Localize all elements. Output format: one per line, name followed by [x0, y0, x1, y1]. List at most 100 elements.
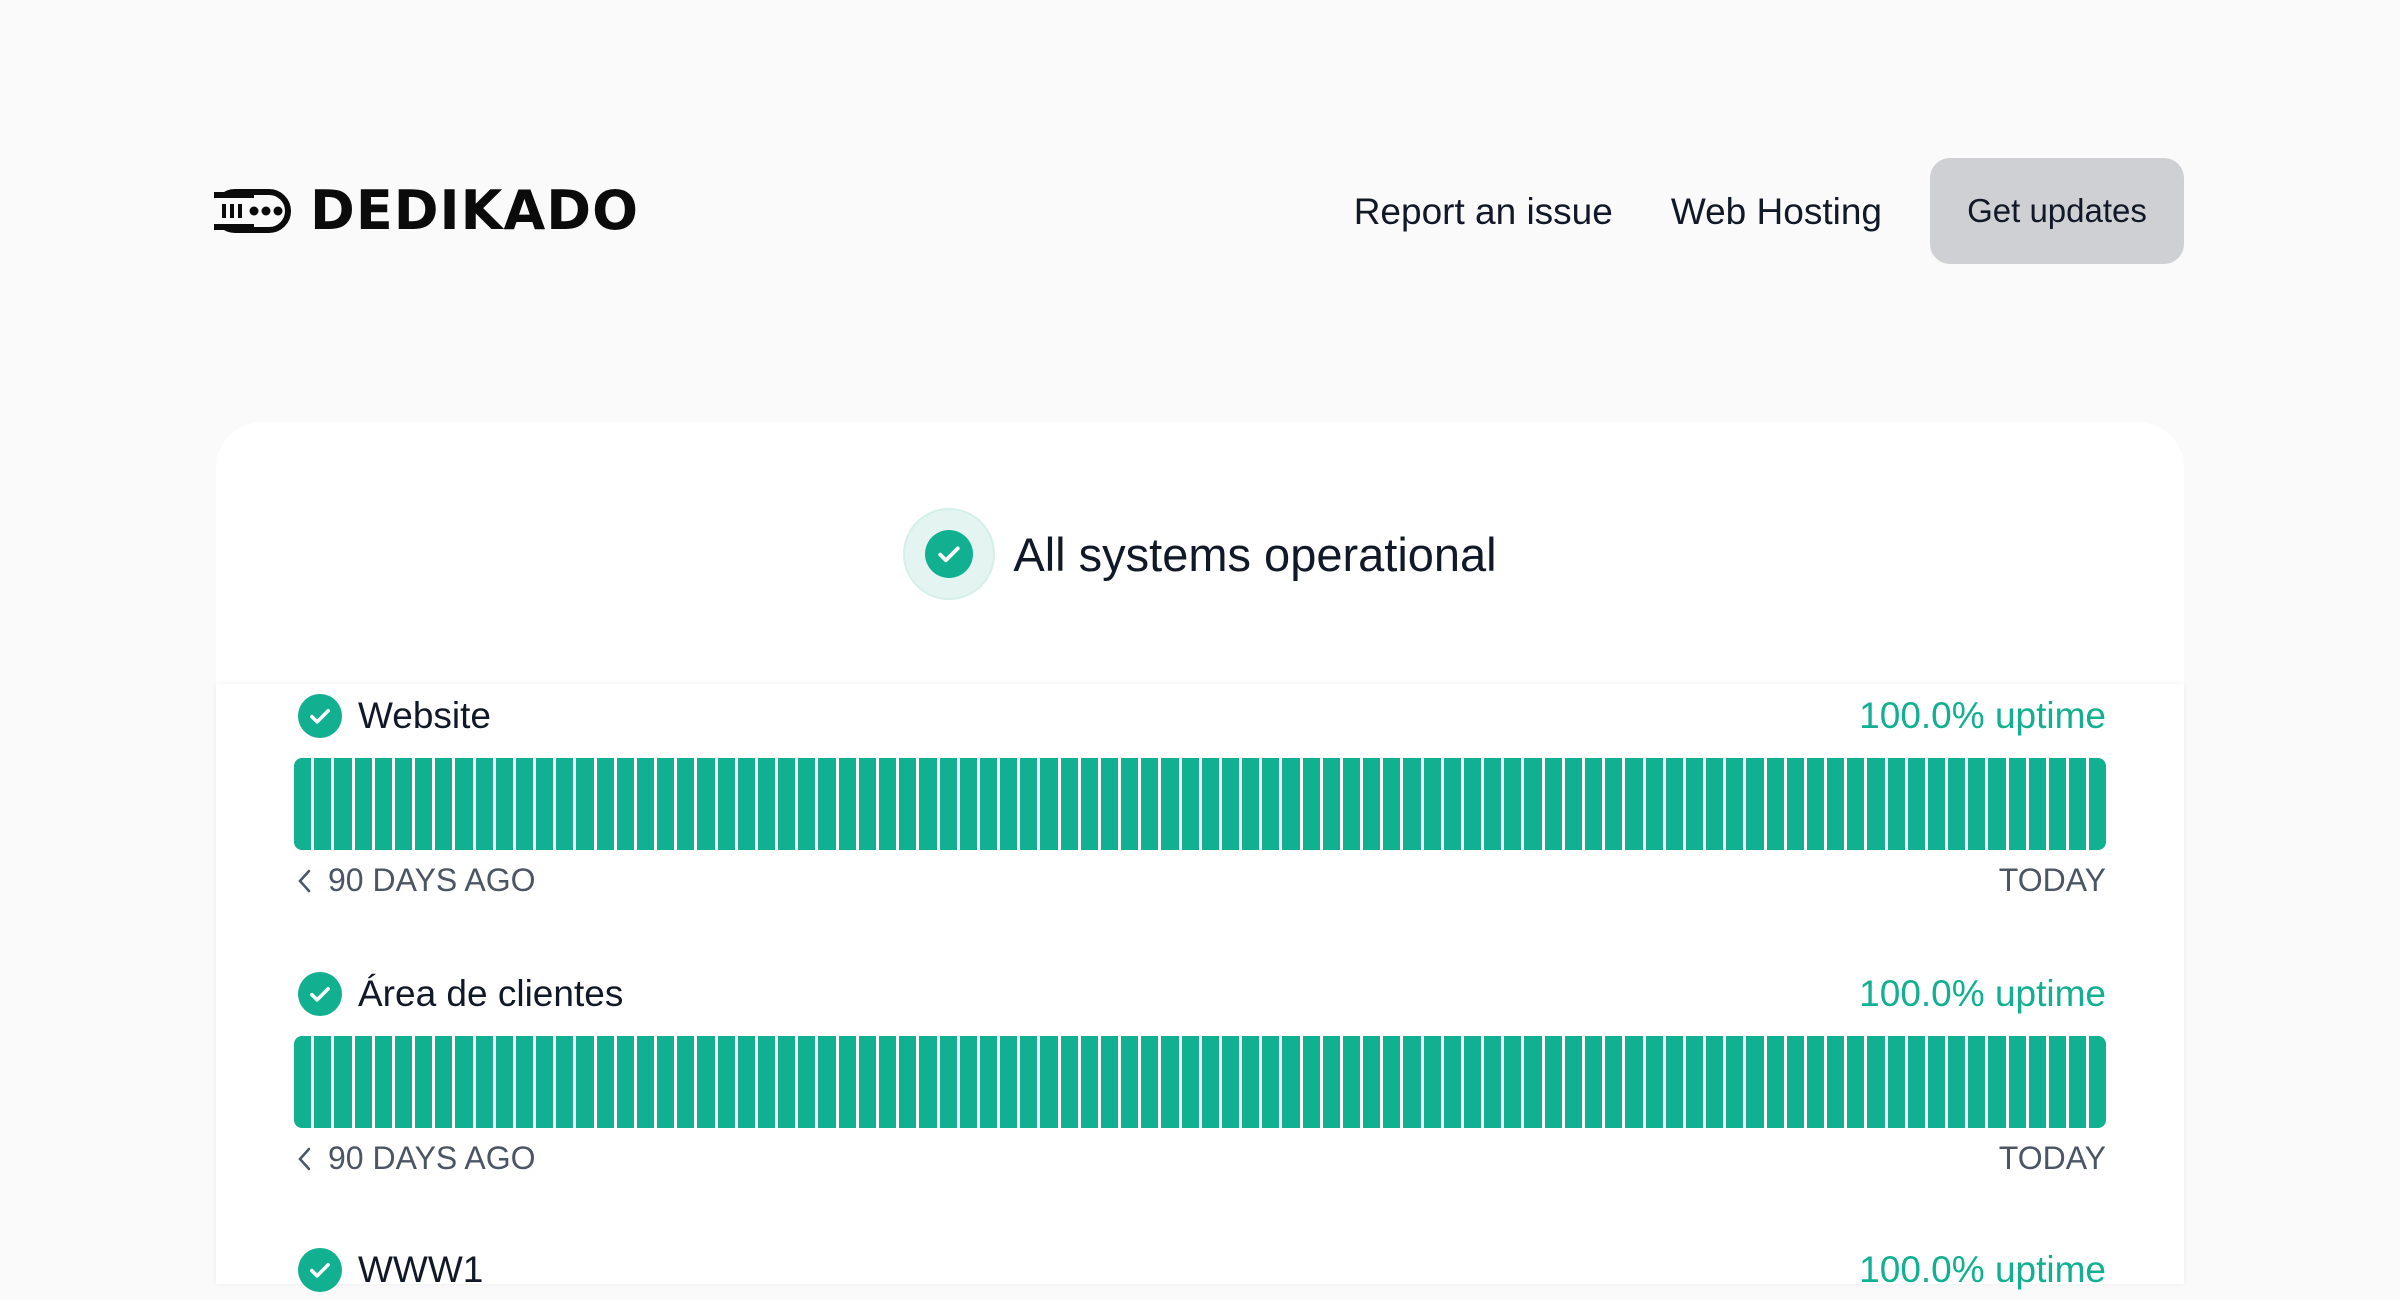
- uptime-day-bar[interactable]: [374, 758, 392, 850]
- uptime-day-bar[interactable]: [1524, 1036, 1542, 1128]
- uptime-day-bar[interactable]: [515, 758, 534, 850]
- uptime-day-bar[interactable]: [596, 758, 614, 850]
- uptime-day-bar[interactable]: [1000, 1036, 1018, 1128]
- uptime-day-bar[interactable]: [1605, 1036, 1623, 1128]
- uptime-day-bar[interactable]: [435, 758, 453, 850]
- uptime-day-bar[interactable]: [1100, 758, 1119, 850]
- uptime-day-bar[interactable]: [697, 1036, 715, 1128]
- uptime-day-bar[interactable]: [334, 1036, 352, 1128]
- uptime-day-bar[interactable]: [1484, 758, 1502, 850]
- uptime-day-bar[interactable]: [1504, 1036, 1522, 1128]
- uptime-day-bar[interactable]: [2089, 758, 2106, 850]
- uptime-day-bar[interactable]: [1968, 758, 1986, 850]
- uptime-day-bar[interactable]: [858, 758, 876, 850]
- nav-report-issue[interactable]: Report an issue: [1354, 193, 1613, 230]
- uptime-day-bar[interactable]: [1181, 1036, 1199, 1128]
- uptime-day-bar[interactable]: [1302, 1036, 1320, 1128]
- uptime-day-bar[interactable]: [394, 758, 413, 850]
- uptime-day-bar[interactable]: [1625, 758, 1643, 850]
- uptime-day-bar[interactable]: [1363, 1036, 1381, 1128]
- uptime-day-bar[interactable]: [1000, 758, 1018, 850]
- uptime-day-bar[interactable]: [314, 758, 332, 850]
- uptime-day-bar[interactable]: [1806, 1036, 1825, 1128]
- uptime-day-bar[interactable]: [1847, 758, 1865, 850]
- brand-logo[interactable]: DEDIKADO: [214, 184, 639, 238]
- uptime-day-bar[interactable]: [939, 758, 957, 850]
- uptime-day-bar[interactable]: [1665, 758, 1683, 850]
- uptime-day-bar[interactable]: [677, 1036, 695, 1128]
- uptime-day-bar[interactable]: [959, 1036, 977, 1128]
- uptime-day-bar[interactable]: [1544, 758, 1562, 850]
- uptime-day-bar[interactable]: [1423, 1036, 1441, 1128]
- uptime-day-bar[interactable]: [1948, 758, 1966, 850]
- uptime-day-bar[interactable]: [1524, 758, 1542, 850]
- uptime-day-bar[interactable]: [495, 1036, 513, 1128]
- uptime-day-bar[interactable]: [1040, 758, 1058, 850]
- uptime-day-bar[interactable]: [1585, 758, 1603, 850]
- uptime-day-bar[interactable]: [2028, 758, 2046, 850]
- uptime-day-bar[interactable]: [1726, 1036, 1744, 1128]
- uptime-day-bar[interactable]: [697, 758, 715, 850]
- uptime-day-bar[interactable]: [757, 758, 776, 850]
- uptime-day-bar[interactable]: [1161, 1036, 1179, 1128]
- uptime-day-bar[interactable]: [1968, 1036, 1986, 1128]
- uptime-day-bar[interactable]: [1827, 1036, 1845, 1128]
- uptime-day-bar[interactable]: [2008, 758, 2026, 850]
- uptime-day-bar[interactable]: [1181, 758, 1199, 850]
- uptime-day-bar[interactable]: [717, 758, 735, 850]
- uptime-day-bar[interactable]: [838, 1036, 856, 1128]
- uptime-day-bar[interactable]: [1020, 758, 1038, 850]
- uptime-day-bar[interactable]: [878, 758, 897, 850]
- uptime-day-bar[interactable]: [1786, 1036, 1804, 1128]
- uptime-day-bar[interactable]: [778, 758, 796, 850]
- uptime-day-bar[interactable]: [515, 1036, 534, 1128]
- nav-web-hosting[interactable]: Web Hosting: [1671, 193, 1882, 230]
- uptime-day-bar[interactable]: [959, 758, 977, 850]
- uptime-day-bar[interactable]: [1887, 1036, 1905, 1128]
- uptime-day-bar[interactable]: [1706, 1036, 1724, 1128]
- uptime-day-bar[interactable]: [596, 1036, 614, 1128]
- uptime-day-bar[interactable]: [1927, 758, 1946, 850]
- uptime-day-bar[interactable]: [1988, 758, 2006, 850]
- uptime-day-bar[interactable]: [1504, 758, 1522, 850]
- uptime-day-bar[interactable]: [1645, 1036, 1663, 1128]
- uptime-day-bar[interactable]: [919, 758, 937, 850]
- uptime-day-bar[interactable]: [979, 1036, 998, 1128]
- uptime-day-bar[interactable]: [1342, 1036, 1361, 1128]
- uptime-day-bar[interactable]: [1423, 758, 1441, 850]
- uptime-day-bar[interactable]: [374, 1036, 392, 1128]
- uptime-day-bar[interactable]: [1948, 1036, 1966, 1128]
- get-updates-button[interactable]: Get updates: [1930, 158, 2184, 264]
- uptime-day-bar[interactable]: [1907, 758, 1925, 850]
- uptime-day-bar[interactable]: [1585, 1036, 1603, 1128]
- uptime-day-bar[interactable]: [1282, 1036, 1300, 1128]
- uptime-day-bar[interactable]: [616, 1036, 634, 1128]
- uptime-day-bar[interactable]: [1121, 758, 1139, 850]
- uptime-day-bar[interactable]: [1383, 758, 1401, 850]
- uptime-day-bar[interactable]: [878, 1036, 897, 1128]
- uptime-day-bar[interactable]: [536, 1036, 554, 1128]
- uptime-day-bar[interactable]: [556, 758, 574, 850]
- uptime-day-bar[interactable]: [1403, 1036, 1421, 1128]
- uptime-day-bar[interactable]: [1080, 758, 1098, 850]
- uptime-day-bar[interactable]: [394, 1036, 413, 1128]
- uptime-day-bar[interactable]: [1322, 1036, 1340, 1128]
- uptime-day-bar[interactable]: [354, 758, 372, 850]
- uptime-day-bar[interactable]: [2048, 1036, 2067, 1128]
- uptime-day-bar[interactable]: [657, 758, 675, 850]
- uptime-day-bar[interactable]: [858, 1036, 876, 1128]
- uptime-day-bar[interactable]: [899, 758, 917, 850]
- uptime-day-bar[interactable]: [979, 758, 998, 850]
- uptime-day-bar[interactable]: [1827, 758, 1845, 850]
- uptime-day-bar[interactable]: [1887, 758, 1905, 850]
- uptime-day-bar[interactable]: [1201, 1036, 1219, 1128]
- uptime-day-bar[interactable]: [2028, 1036, 2046, 1128]
- uptime-day-bar[interactable]: [1221, 1036, 1240, 1128]
- uptime-day-bar[interactable]: [2069, 758, 2087, 850]
- uptime-day-bar[interactable]: [1685, 758, 1704, 850]
- uptime-day-bar[interactable]: [455, 1036, 473, 1128]
- uptime-day-bar[interactable]: [576, 758, 594, 850]
- uptime-day-bar[interactable]: [1161, 758, 1179, 850]
- uptime-day-bar[interactable]: [455, 758, 473, 850]
- uptime-day-bar[interactable]: [1867, 758, 1885, 850]
